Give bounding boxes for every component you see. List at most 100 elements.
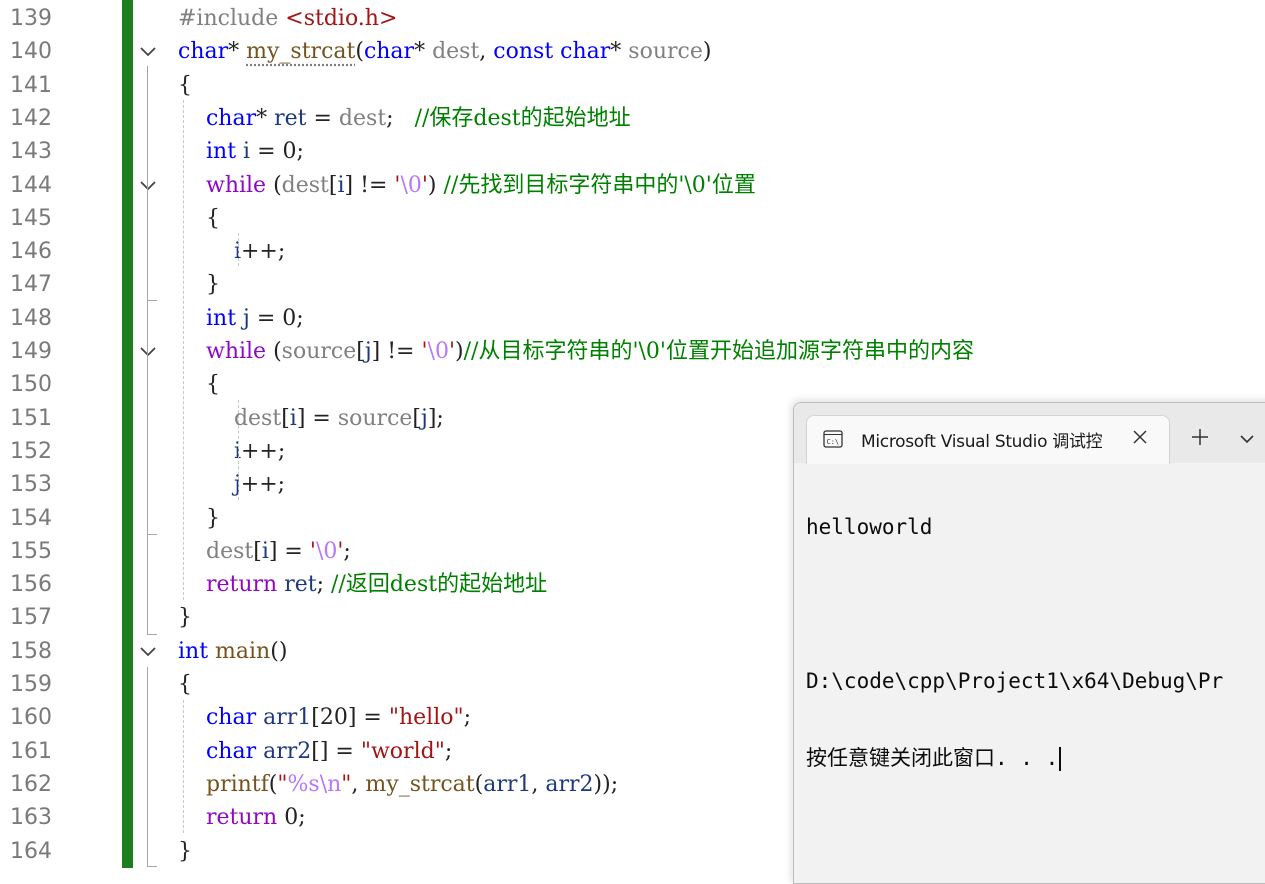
code-token: arr2 xyxy=(263,738,312,764)
code-text[interactable]: { xyxy=(178,202,220,235)
code-text[interactable]: return ret; //返回dest的起始地址 xyxy=(178,568,547,601)
code-token: [ xyxy=(281,405,290,431)
console-output-line: helloworld xyxy=(806,515,933,539)
fold-guide-end xyxy=(147,634,157,635)
code-line[interactable]: 150 { xyxy=(0,368,1265,401)
code-token: * xyxy=(414,39,433,65)
code-token: dest xyxy=(205,538,254,564)
code-text[interactable]: char arr2[] = "world"; xyxy=(178,735,452,768)
code-line[interactable]: 143 int i = 0; xyxy=(0,135,1265,168)
code-token: " xyxy=(341,771,352,797)
code-line[interactable]: 149 while (source[j] != '\0')//从目标字符串的'\… xyxy=(0,335,1265,368)
code-token: //从目标字符串的'\0'位置开始追加源字符串中的内容 xyxy=(463,339,974,364)
console-output[interactable]: helloworld D:\code\cpp\Project1\x64\Debu… xyxy=(806,465,1223,821)
code-token: { xyxy=(178,672,192,697)
code-text[interactable]: return 0; xyxy=(178,801,306,834)
code-token: const xyxy=(493,39,554,65)
line-number: 162 xyxy=(10,771,52,797)
code-text[interactable]: int main() xyxy=(178,635,287,668)
line-number: 160 xyxy=(10,705,52,731)
code-text[interactable]: char* my_strcat(char* dest, const char* … xyxy=(178,35,711,68)
indent-guide xyxy=(183,100,184,600)
console-output-line: D:\code\cpp\Project1\x64\Debug\Pr xyxy=(806,669,1224,693)
code-token: [ xyxy=(356,339,365,364)
code-text[interactable]: i++; xyxy=(178,435,285,468)
code-text[interactable]: char arr1[20] = "hello"; xyxy=(178,701,471,734)
code-text[interactable]: #include <stdio.h> xyxy=(178,2,397,35)
code-line[interactable]: 140 char* my_strcat(char* dest, const cha… xyxy=(0,35,1265,68)
code-text[interactable]: dest[i] = '\0'; xyxy=(178,535,351,568)
code-text[interactable]: dest[i] = source[j]; xyxy=(178,402,444,435)
code-token: arr1 xyxy=(483,771,532,797)
code-token: 0 xyxy=(282,139,297,165)
code-line[interactable]: 147 } xyxy=(0,268,1265,301)
code-text[interactable]: int i = 0; xyxy=(178,135,304,168)
code-line[interactable]: 142 char* ret = dest; //保存dest的起始地址 xyxy=(0,102,1265,135)
code-token: dest xyxy=(432,39,480,65)
code-token: ) xyxy=(702,39,712,65)
fold-chevron-icon[interactable] xyxy=(138,35,158,68)
line-number: 150 xyxy=(10,372,52,398)
code-text[interactable]: { xyxy=(178,69,192,102)
code-text[interactable]: while (dest[i] != '\0') //先找到目标字符串中的'\0'… xyxy=(178,169,756,202)
fold-chevron-icon[interactable] xyxy=(138,169,158,202)
chevron-down-icon[interactable] xyxy=(1238,431,1256,445)
code-token: printf xyxy=(205,771,269,797)
code-text[interactable]: } xyxy=(178,601,192,634)
code-token: char xyxy=(363,39,415,65)
code-token: = xyxy=(250,139,283,165)
fold-chevron-icon[interactable] xyxy=(138,635,158,668)
code-line[interactable]: 146 i++; xyxy=(0,235,1265,268)
code-text[interactable]: i++; xyxy=(178,235,285,268)
code-token: return xyxy=(205,805,278,831)
code-token: 0 xyxy=(284,805,299,831)
line-number: 159 xyxy=(10,672,52,697)
code-text[interactable]: } xyxy=(178,268,220,301)
code-text[interactable]: char* ret = dest; //保存dest的起始地址 xyxy=(178,102,631,135)
code-line[interactable]: 148 int j = 0; xyxy=(0,302,1265,335)
code-line[interactable]: 141 { xyxy=(0,69,1265,102)
fold-guide-end xyxy=(147,300,157,301)
code-token: " xyxy=(277,771,288,797)
code-token: [ xyxy=(412,405,421,431)
code-text[interactable]: } xyxy=(178,835,192,868)
code-token: = xyxy=(249,305,283,331)
code-token: //先找到目标字符串中的'\0'位置 xyxy=(443,172,756,198)
fold-chevron-icon[interactable] xyxy=(138,335,158,368)
indent-guide xyxy=(183,700,184,833)
code-token: //保存dest的起始地址 xyxy=(414,105,631,131)
code-token: [] = xyxy=(311,738,361,764)
debug-console-window[interactable]: C:\ Microsoft Visual Studio 调试控 hellowor… xyxy=(793,402,1265,884)
line-number: 144 xyxy=(10,172,52,198)
code-token: char xyxy=(205,738,257,764)
code-token: { xyxy=(178,372,220,398)
close-icon[interactable] xyxy=(1129,426,1151,448)
code-text[interactable]: while (source[j] != '\0')//从目标字符串的'\0'位置… xyxy=(178,335,974,368)
code-text[interactable]: j++; xyxy=(178,468,285,501)
code-token: ++; xyxy=(241,239,286,265)
code-line[interactable]: 139 #include <stdio.h> xyxy=(0,2,1265,35)
code-text[interactable]: } xyxy=(178,502,220,535)
line-number: 155 xyxy=(10,538,52,564)
line-number: 149 xyxy=(10,339,52,364)
code-line[interactable]: 144 while (dest[i] != '\0') //先找到目标字符串中的… xyxy=(0,169,1265,202)
code-token: source xyxy=(628,39,703,65)
code-token: i xyxy=(261,538,269,564)
code-text[interactable]: int j = 0; xyxy=(178,302,304,335)
code-text[interactable]: { xyxy=(178,368,220,401)
code-token: ; xyxy=(316,572,332,598)
code-token: , xyxy=(351,771,366,797)
console-titlebar[interactable]: C:\ Microsoft Visual Studio 调试控 xyxy=(794,403,1265,464)
code-token: char xyxy=(560,39,611,65)
code-token: dest xyxy=(233,405,282,431)
console-icon: C:\ xyxy=(823,430,843,448)
code-text[interactable]: { xyxy=(178,668,192,701)
plus-icon[interactable] xyxy=(1190,427,1210,447)
code-text[interactable]: printf("%s\n", my_strcat(arr1, arr2)); xyxy=(178,768,618,801)
code-line[interactable]: 145 { xyxy=(0,202,1265,235)
code-token: "world" xyxy=(360,738,445,764)
code-token: i xyxy=(289,405,297,431)
console-tab[interactable]: C:\ Microsoft Visual Studio 调试控 xyxy=(806,415,1170,464)
